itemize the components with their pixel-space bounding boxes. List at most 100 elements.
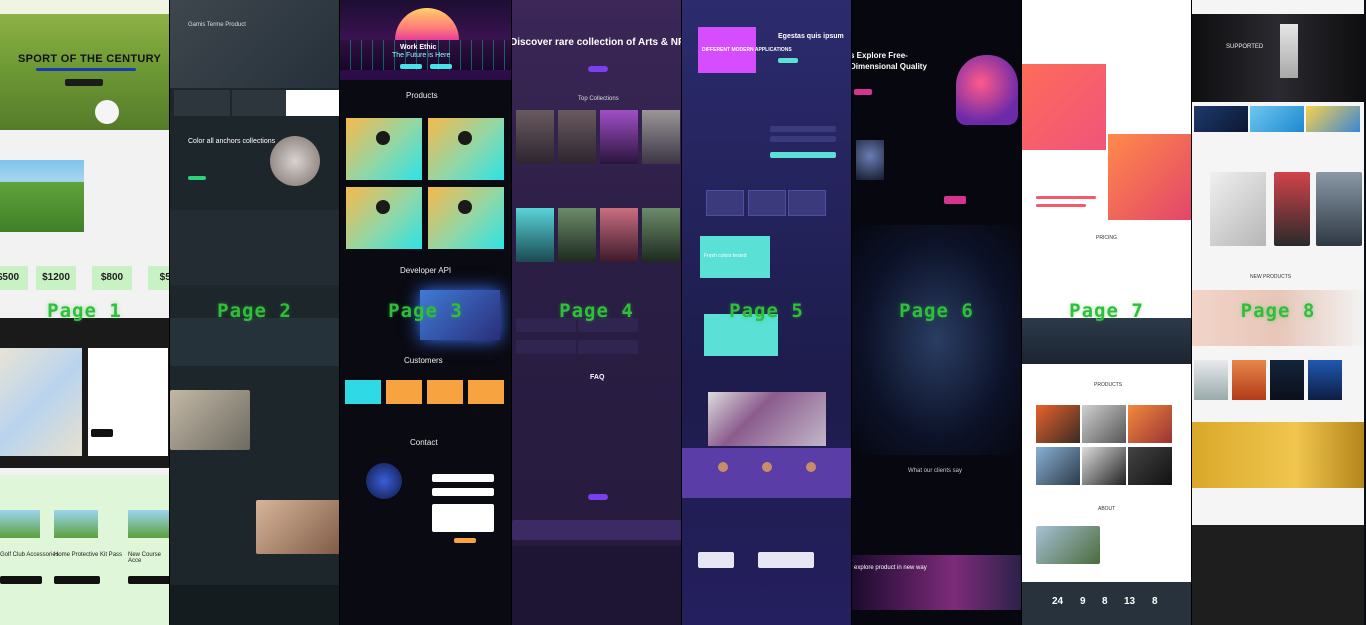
price-card[interactable]: $50 <box>148 266 169 290</box>
cta-button[interactable] <box>944 196 966 204</box>
hero-button[interactable] <box>65 79 103 86</box>
seller-row[interactable] <box>578 340 638 354</box>
promo-tile[interactable] <box>1250 106 1304 132</box>
section-contact: Contact <box>410 438 438 447</box>
product-tile[interactable] <box>1036 447 1080 485</box>
page-8-preview[interactable]: SUPPORTED NEW PRODUCTS Page 8 <box>1192 0 1364 625</box>
page-2-preview[interactable]: Gamis Terme Product Color all anchors co… <box>170 0 340 625</box>
product-tile[interactable] <box>1082 447 1126 485</box>
earphone-image[interactable] <box>1274 172 1310 246</box>
page-1-preview[interactable]: SPORT OF THE CENTURY $500 $1200 $800 $50… <box>0 0 170 625</box>
golf-ball-image <box>95 100 119 124</box>
hero-button[interactable] <box>400 64 422 69</box>
faq-title: FAQ <box>590 374 605 381</box>
contact-input[interactable] <box>432 488 494 496</box>
nft-thumb[interactable] <box>558 208 596 262</box>
robot-image <box>856 140 884 180</box>
seller-row[interactable] <box>578 318 638 332</box>
features-section <box>170 210 339 285</box>
avatar <box>806 462 816 472</box>
product-card[interactable] <box>346 187 422 249</box>
nft-thumb[interactable] <box>600 208 638 262</box>
product-card[interactable] <box>346 118 422 180</box>
nft-thumb[interactable] <box>516 208 554 262</box>
price-card[interactable]: $1200 <box>36 266 76 290</box>
nft-thumb[interactable] <box>516 110 554 164</box>
page-3-preview[interactable]: Work Ethic The Future is Here Products D… <box>340 0 512 625</box>
page-7-preview[interactable]: PRICING PRODUCTS ABOUT 24 9 8 13 8 Page … <box>1022 0 1192 625</box>
download-badge[interactable] <box>758 552 814 568</box>
hero-gradient <box>1022 64 1106 150</box>
course-card-title: Golf Club Accessories <box>0 552 59 558</box>
product-icon <box>458 200 472 214</box>
products-title: PRODUCTS <box>1094 382 1123 388</box>
footer <box>512 546 681 625</box>
hero-button[interactable] <box>778 58 798 63</box>
hero-button[interactable] <box>854 89 872 95</box>
info-box <box>174 90 230 116</box>
phone-banner <box>1192 290 1364 346</box>
submit-button[interactable] <box>91 429 113 437</box>
contact-input[interactable] <box>432 474 494 482</box>
product-card[interactable] <box>428 118 504 180</box>
download-badge[interactable] <box>698 552 734 568</box>
send-button[interactable] <box>454 538 476 543</box>
product-image[interactable] <box>1232 360 1266 400</box>
page-6-preview[interactable]: s Explore Free-Dimensional Quality What … <box>852 0 1022 625</box>
hero-line-1: Work Ethic <box>400 44 437 51</box>
hero-banner <box>1192 14 1364 102</box>
seller-row[interactable] <box>516 340 576 354</box>
hero-subtitle-line <box>36 68 136 71</box>
product-tile[interactable] <box>1082 405 1126 443</box>
product-tile[interactable] <box>1036 405 1080 443</box>
feature-box <box>788 190 826 216</box>
read-more-button[interactable] <box>188 176 206 180</box>
promo-card <box>704 314 778 356</box>
product-card[interactable] <box>428 187 504 249</box>
hero-button[interactable] <box>430 64 452 69</box>
price-card[interactable]: $800 <box>92 266 132 290</box>
course-button[interactable] <box>0 576 42 584</box>
backpack-image[interactable] <box>1316 172 1362 246</box>
laptop-photo <box>708 392 826 446</box>
feature-box <box>706 190 744 216</box>
message-textarea[interactable] <box>432 504 494 532</box>
section-title: Color all anchors collections <box>188 138 276 145</box>
course-button[interactable] <box>128 576 169 584</box>
page-4-preview[interactable]: Discover rare collection of Arts & NFT T… <box>512 0 682 625</box>
customer-card <box>427 380 463 404</box>
pricing-title: PRICING <box>1096 235 1117 241</box>
contact-form <box>88 348 168 456</box>
globe-image <box>366 463 402 499</box>
customer-card <box>468 380 504 404</box>
form-input[interactable] <box>770 136 836 142</box>
submit-button[interactable] <box>770 152 836 158</box>
product-image[interactable] <box>1194 360 1228 400</box>
product-image[interactable] <box>1270 360 1304 400</box>
product-tile[interactable] <box>1128 447 1172 485</box>
course-button[interactable] <box>54 576 100 584</box>
promo-tile[interactable] <box>1194 106 1248 132</box>
nft-thumb[interactable] <box>642 208 680 262</box>
new-products-title: NEW PRODUCTS <box>1250 274 1292 280</box>
form-input[interactable] <box>770 126 836 132</box>
map-image[interactable] <box>0 348 82 456</box>
info-box <box>286 90 339 116</box>
laptop-image <box>420 290 500 340</box>
info-box <box>232 90 288 116</box>
nft-thumb[interactable] <box>642 110 680 164</box>
subscribe-button[interactable] <box>588 494 608 500</box>
promo-tile[interactable] <box>1306 106 1360 132</box>
seller-row[interactable] <box>516 318 576 332</box>
nft-thumb[interactable] <box>600 110 638 164</box>
avatar <box>718 462 728 472</box>
page-5-preview[interactable]: DIFFERENT MODERN APPLICATIONS Egestas qu… <box>682 0 852 625</box>
nft-thumb[interactable] <box>558 110 596 164</box>
newsletter-bar <box>512 520 681 540</box>
price-card[interactable]: $500 <box>0 266 28 290</box>
product-image[interactable] <box>1308 360 1342 400</box>
explore-button[interactable] <box>588 66 608 72</box>
powerbank-image[interactable] <box>1210 172 1266 246</box>
product-tile[interactable] <box>1128 405 1172 443</box>
countdown-value: 8 <box>1152 596 1158 607</box>
